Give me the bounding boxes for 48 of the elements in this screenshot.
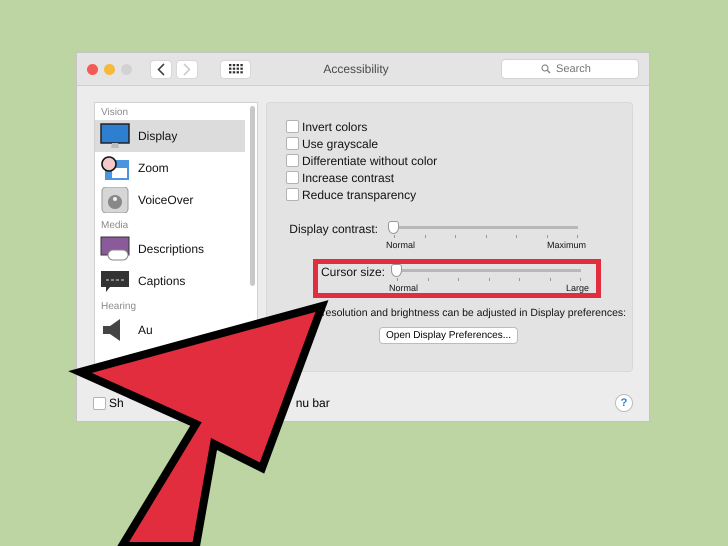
option-label: Use grayscale xyxy=(302,136,378,150)
checkbox[interactable] xyxy=(93,396,106,410)
grid-icon xyxy=(228,64,242,74)
chevron-left-icon xyxy=(157,62,165,76)
show-all-button[interactable] xyxy=(220,60,251,78)
sidebar-item[interactable]: Descriptions xyxy=(95,233,208,265)
sidebar-item[interactable]: Au xyxy=(95,314,157,346)
help-button[interactable]: ? xyxy=(615,394,633,412)
magnifier-icon xyxy=(100,155,130,181)
slider-min-label: Normal xyxy=(386,240,416,250)
section-heading: Hearing xyxy=(100,300,138,314)
slider-max-label: Large xyxy=(566,283,590,293)
checkbox-label: Sh xyxy=(109,396,124,410)
section-heading: Media xyxy=(100,219,130,233)
option-label: Increase contrast xyxy=(302,170,394,184)
sidebar-item[interactable]: VoiceOver xyxy=(95,184,198,216)
slider-thumb[interactable] xyxy=(391,264,402,277)
slider-max-label: Maximum xyxy=(546,240,586,250)
monitor-icon xyxy=(100,123,130,149)
sidebar-item[interactable]: Display xyxy=(95,120,245,152)
search-icon xyxy=(541,64,551,74)
speaker-person-icon xyxy=(100,187,130,213)
chevron-right-icon xyxy=(183,62,191,76)
checkbox[interactable] xyxy=(286,188,299,201)
option-label: Invert colors xyxy=(302,120,368,134)
close-button[interactable] xyxy=(87,64,98,74)
search-field[interactable]: Search xyxy=(501,59,639,79)
checkbox[interactable] xyxy=(286,171,299,184)
option-label: Differentiate without color xyxy=(302,154,438,168)
sidebar-item[interactable]: Captions xyxy=(95,265,190,297)
section-heading: Vision xyxy=(100,106,130,120)
speech-bubble-icon xyxy=(100,236,130,262)
slider-label: Display contrast: xyxy=(288,222,379,238)
back-button[interactable] xyxy=(150,60,172,78)
caption-icon xyxy=(100,268,130,294)
open-display-preferences-button[interactable]: Open Display Preferences... xyxy=(379,327,518,344)
minimize-button[interactable] xyxy=(104,64,115,74)
checkbox-label: nu bar xyxy=(296,396,330,410)
checkbox[interactable] xyxy=(286,137,299,150)
checkbox[interactable] xyxy=(286,120,299,133)
window-title: Accessibility xyxy=(323,62,389,76)
checkbox[interactable] xyxy=(286,154,299,167)
sidebar-item[interactable]: Zoom xyxy=(95,152,173,184)
slider-label: Cursor size: xyxy=(321,265,386,281)
slider-min-label: Normal xyxy=(389,283,418,293)
slider-thumb[interactable] xyxy=(388,221,399,234)
scrollbar[interactable] xyxy=(250,106,255,286)
option-label: Reduce transparency xyxy=(302,188,416,202)
